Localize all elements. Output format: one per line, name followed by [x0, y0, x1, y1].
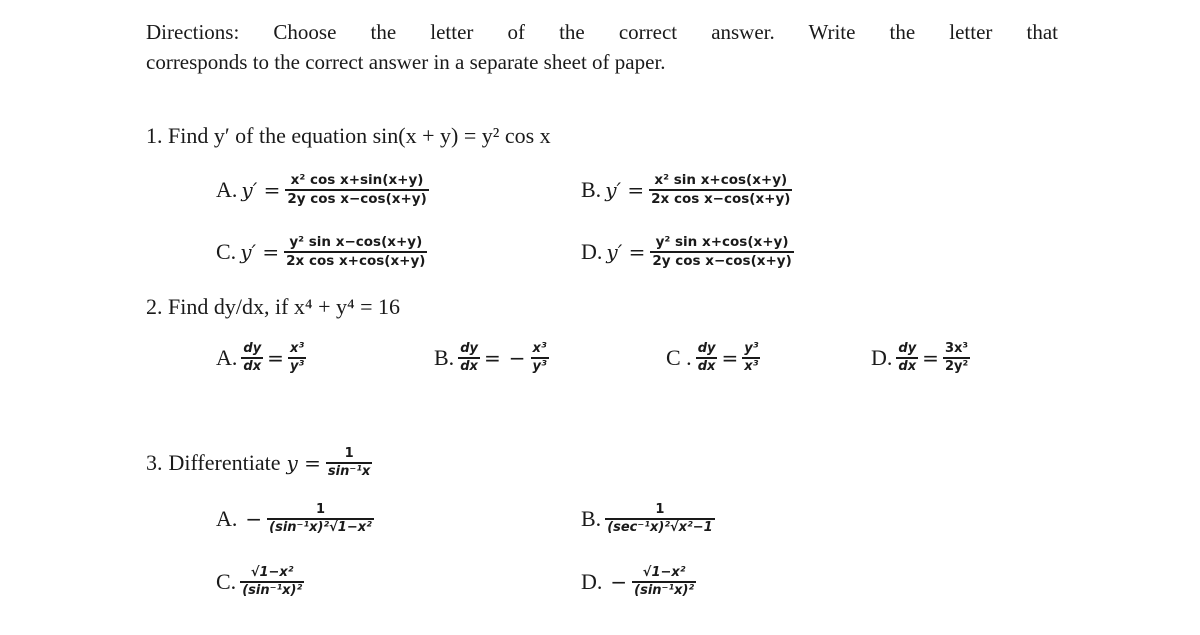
denominator: (sin⁻¹x)²: [242, 582, 303, 598]
question-2-text: Find dy/dx, if x⁴ + y⁴ = 16: [168, 294, 401, 319]
negative-sign: −: [610, 569, 628, 594]
denominator: 2y²: [944, 358, 969, 374]
option-letter: B.: [581, 176, 602, 202]
q2-option-d[interactable]: D. dy dx = 3x³ 2y²: [871, 341, 971, 375]
derivative-fraction: dy dx: [458, 341, 480, 375]
equals-sign: =: [922, 345, 939, 370]
question-3-text: Differentiate: [168, 449, 281, 475]
equals-sign: =: [267, 345, 284, 370]
q1-option-d[interactable]: D. y′ = y² sin x+cos(x+y) 2y cos x−cos(x…: [581, 234, 794, 270]
question-3-number: 3.: [146, 449, 163, 475]
denominator: 2y cos x−cos(x+y): [287, 190, 427, 207]
option-lhs: y′ =: [240, 239, 280, 264]
option-letter: C .: [666, 344, 692, 370]
question-3-fraction: 1 sin⁻¹x: [325, 446, 373, 480]
q1-option-b[interactable]: B. y′ = x² sin x+cos(x+y) 2x cos x−cos(x…: [581, 172, 793, 208]
denominator: dx: [898, 358, 917, 374]
question-2-number: 2.: [146, 294, 163, 319]
denominator: 2x cos x−cos(x+y): [651, 190, 791, 207]
numerator: x³: [289, 341, 305, 356]
denominator: x³: [744, 358, 759, 374]
denominator: 2x cos x+cos(x+y): [286, 252, 426, 269]
denominator: (sin⁻¹x)²: [634, 582, 695, 598]
question-3-prompt: 3. Differentiate y = 1 sin⁻¹x: [146, 446, 373, 480]
numerator: 1: [315, 502, 325, 517]
option-letter: A.: [216, 505, 238, 531]
numerator: dy: [460, 341, 478, 356]
q2-option-a[interactable]: A. dy dx = x³ y³: [216, 341, 307, 375]
q3-option-a[interactable]: A. − 1 (sin⁻¹x)²√1−x²: [216, 502, 374, 536]
option-fraction: y² sin x−cos(x+y) 2x cos x+cos(x+y): [284, 234, 428, 270]
q1-option-c[interactable]: C. y′ = y² sin x−cos(x+y) 2x cos x+cos(x…: [216, 234, 428, 270]
numerator: x² sin x+cos(x+y): [654, 172, 788, 188]
option-letter: B.: [434, 344, 455, 370]
option-fraction: 1 (sec⁻¹x)²√x²−1: [605, 502, 715, 536]
option-lhs: y′ =: [606, 239, 646, 264]
directions-text: Directions: Choose the letter of the cor…: [146, 17, 1058, 77]
derivative-fraction: dy dx: [695, 341, 718, 375]
denominator: (sec⁻¹x)²√x²−1: [607, 519, 713, 535]
option-lhs: y′ =: [241, 177, 281, 202]
option-letter: A.: [216, 344, 238, 370]
option-letter: D.: [871, 344, 893, 370]
q2-option-b[interactable]: B. dy dx = − x³ y³: [434, 341, 549, 375]
numerator: y² sin x−cos(x+y): [289, 234, 423, 250]
option-fraction: x² sin x+cos(x+y) 2x cos x−cos(x+y): [649, 172, 793, 208]
option-fraction: 3x³ 2y²: [942, 341, 971, 375]
option-fraction: x³ y³: [287, 341, 307, 375]
numerator: x² cos x+sin(x+y): [290, 172, 424, 188]
denominator: dx: [460, 358, 478, 374]
option-letter: C.: [216, 568, 237, 594]
numerator: √1−x²: [642, 565, 686, 580]
numerator: dy: [243, 341, 262, 356]
question-1-number: 1.: [146, 123, 163, 148]
q3-option-d[interactable]: D. − √1−x² (sin⁻¹x)²: [581, 565, 697, 599]
numerator: dy: [697, 341, 716, 356]
numerator: y³: [744, 341, 759, 356]
directions-line-2: corresponds to the correct answer in a s…: [146, 50, 666, 74]
question-1-text: Find y′ of the equation sin(x + y) = y² …: [168, 123, 551, 148]
option-fraction: 1 (sin⁻¹x)²√1−x²: [267, 502, 374, 536]
denominator: (sin⁻¹x)²√1−x²: [269, 519, 372, 535]
option-fraction: x³ y³: [530, 341, 549, 375]
q1-option-a[interactable]: A. y′ = x² cos x+sin(x+y) 2y cos x−cos(x…: [216, 172, 429, 208]
numerator: 1: [344, 446, 354, 461]
derivative-fraction: dy dx: [896, 341, 919, 375]
option-letter: C.: [216, 238, 237, 264]
denominator: dx: [243, 358, 262, 374]
question-3-lhs: y =: [286, 450, 321, 475]
denominator: y³: [532, 358, 547, 374]
denominator: y³: [289, 358, 305, 374]
equals-sign: =: [721, 345, 739, 370]
equals-sign: =: [483, 345, 501, 370]
question-2-prompt: 2. Find dy/dx, if x⁴ + y⁴ = 16: [146, 294, 400, 320]
option-fraction: √1−x² (sin⁻¹x)²: [632, 565, 697, 599]
option-fraction: y³ x³: [742, 341, 761, 375]
numerator: 3x³: [944, 341, 969, 356]
numerator: y² sin x+cos(x+y): [655, 234, 789, 250]
q2-option-c[interactable]: C . dy dx = y³ x³: [666, 341, 761, 375]
denominator: sin⁻¹x: [327, 463, 371, 479]
option-letter: D.: [581, 238, 603, 264]
option-fraction: y² sin x+cos(x+y) 2y cos x−cos(x+y): [650, 234, 794, 270]
numerator: 1: [655, 502, 665, 517]
option-lhs: y′ =: [605, 177, 645, 202]
negative-sign: −: [508, 345, 526, 370]
question-1-prompt: 1. Find y′ of the equation sin(x + y) = …: [146, 123, 551, 149]
numerator: x³: [532, 341, 547, 356]
q3-option-c[interactable]: C. √1−x² (sin⁻¹x)²: [216, 565, 305, 599]
numerator: dy: [898, 341, 917, 356]
option-fraction: √1−x² (sin⁻¹x)²: [240, 565, 305, 599]
option-fraction: x² cos x+sin(x+y) 2y cos x−cos(x+y): [285, 172, 429, 208]
derivative-fraction: dy dx: [241, 341, 264, 375]
option-letter: A.: [216, 176, 238, 202]
q3-option-b[interactable]: B. 1 (sec⁻¹x)²√x²−1: [581, 502, 715, 536]
option-letter: B.: [581, 505, 602, 531]
option-letter: D.: [581, 568, 603, 594]
denominator: dx: [697, 358, 716, 374]
numerator: √1−x²: [250, 565, 294, 580]
negative-sign: −: [245, 506, 263, 531]
directions-line-1: Directions: Choose the letter of the cor…: [146, 20, 1058, 44]
denominator: 2y cos x−cos(x+y): [652, 252, 792, 269]
